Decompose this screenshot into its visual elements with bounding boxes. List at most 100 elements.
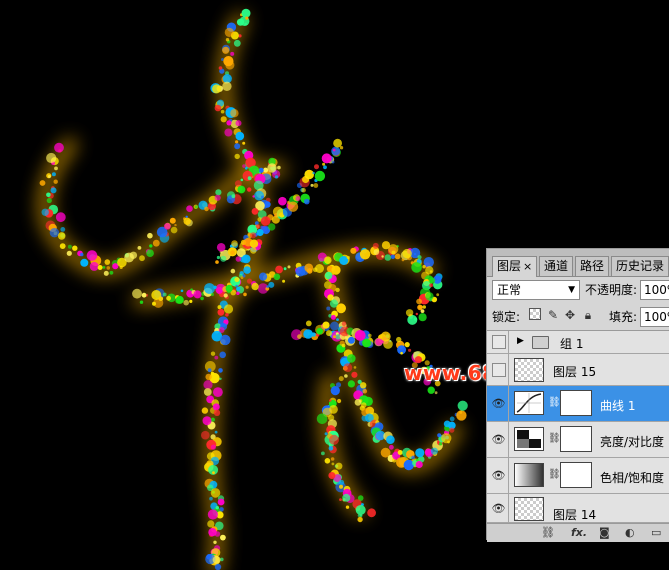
- glitter-dot: [301, 187, 306, 193]
- glitter-dot: [152, 301, 156, 306]
- glitter-dot: [268, 281, 275, 288]
- layer-row-hue-saturation[interactable]: 👁︎ ⛓︎ 色相/饱和度: [487, 458, 669, 494]
- glitter-dot: [183, 299, 189, 306]
- glitter-dot: [430, 447, 438, 455]
- layer-row-brightness-contrast[interactable]: 👁︎ ⛓︎ 亮度/对比度: [487, 422, 669, 458]
- lock-position-move-icon[interactable]: ✥: [563, 308, 577, 322]
- adjustment-icon[interactable]: ◐: [625, 526, 635, 540]
- layer-name: 组 1: [560, 337, 584, 351]
- glitter-dot: [315, 264, 324, 273]
- glitter-dot: [242, 164, 246, 168]
- glitter-dot: [242, 170, 253, 181]
- glitter-dot: [102, 266, 106, 269]
- glitter-dot: [193, 290, 202, 299]
- tab-channels-label: 通道: [544, 259, 569, 273]
- fx-icon[interactable]: fx.: [571, 526, 587, 540]
- visibility-toggle[interactable]: 👁︎: [489, 494, 509, 522]
- glitter-dot: [330, 386, 340, 396]
- glitter-dot: [429, 283, 433, 288]
- blend-mode-select[interactable]: 正常 ▼: [492, 280, 580, 300]
- glitter-dot: [170, 226, 178, 234]
- tab-history[interactable]: 历史记录: [611, 256, 669, 276]
- glitter-dot: [437, 433, 442, 438]
- glitter-dot: [331, 146, 341, 156]
- glitter-dot: [174, 223, 177, 227]
- glitter-dot: [449, 427, 455, 433]
- glitter-dot: [225, 38, 230, 42]
- glitter-dot: [243, 266, 251, 274]
- close-icon[interactable]: ×: [523, 260, 532, 273]
- visibility-toggle[interactable]: 👁︎: [489, 386, 509, 421]
- glitter-dot: [404, 342, 410, 348]
- layer-mask-thumbnail: [560, 426, 592, 452]
- layer-row-layer-14[interactable]: 👁︎ 图层 14: [487, 494, 669, 523]
- glitter-dot: [425, 266, 434, 275]
- glitter-dot: [247, 176, 252, 181]
- eye-icon: 👁︎: [491, 501, 506, 515]
- glitter-dot: [234, 153, 240, 160]
- tab-paths[interactable]: 路径: [575, 256, 610, 276]
- link-icon[interactable]: ⛓︎: [548, 397, 561, 408]
- glitter-dot: [324, 271, 333, 280]
- visibility-toggle[interactable]: [489, 354, 509, 385]
- glitter-dot: [210, 351, 216, 356]
- layer-row-layer-15[interactable]: 图层 15: [487, 354, 669, 386]
- glitter-dot: [264, 201, 271, 208]
- layer-name: 色相/饱和度: [600, 471, 665, 485]
- lock-label: 锁定:: [492, 310, 521, 324]
- folder-icon[interactable]: ▭: [651, 526, 661, 540]
- glitter-dot: [47, 175, 51, 178]
- glitter-dot: [408, 348, 412, 352]
- glitter-dot: [223, 56, 234, 67]
- glitter-dot: [341, 321, 347, 327]
- link-icon[interactable]: ⛓︎: [548, 433, 561, 444]
- glitter-dot: [295, 266, 306, 277]
- glitter-dot: [210, 292, 214, 297]
- fill-input[interactable]: 100%: [640, 307, 669, 327]
- glitter-dot: [245, 167, 248, 170]
- lock-pixels-brush-icon[interactable]: ✎: [546, 308, 560, 322]
- glitter-dot: [235, 120, 242, 127]
- link-icon[interactable]: ⛓︎: [548, 469, 561, 480]
- expand-triangle-icon[interactable]: ▶: [517, 336, 524, 346]
- layer-row-curves-1[interactable]: 👁︎ ⛓︎ 曲线 1: [487, 386, 669, 422]
- lock-transparent-icon[interactable]: [528, 308, 542, 322]
- glitter-dot: [50, 187, 57, 194]
- glitter-dot: [417, 255, 422, 260]
- glitter-dot: [331, 462, 335, 466]
- glitter-dot: [258, 167, 264, 173]
- chevron-down-icon: ▼: [568, 285, 575, 295]
- glitter-dot: [256, 228, 264, 237]
- glitter-dot: [260, 216, 271, 226]
- visibility-toggle[interactable]: 👁︎: [489, 422, 509, 457]
- glitter-dot: [225, 284, 233, 293]
- layer-row-group-1[interactable]: ▶ 组 1: [487, 331, 669, 354]
- lock-fill-row: 锁定: ✎ ✥ 🔒︎ 填充: 100%: [487, 304, 669, 331]
- glitter-dot: [335, 462, 343, 470]
- glitter-dot: [139, 300, 144, 304]
- tab-channels[interactable]: 通道: [539, 256, 574, 276]
- glitter-dot: [250, 232, 257, 239]
- glitter-dot: [212, 555, 221, 564]
- glitter-dot: [287, 201, 299, 212]
- mask-icon[interactable]: ◙: [599, 526, 610, 540]
- glitter-dot: [235, 140, 239, 144]
- glitter-dot: [336, 303, 346, 314]
- glitter-dot: [326, 330, 332, 337]
- visibility-toggle[interactable]: [489, 331, 509, 353]
- glitter-dot: [314, 164, 319, 170]
- opacity-input[interactable]: 100%: [640, 280, 669, 300]
- glitter-dot: [217, 498, 225, 506]
- lock-all-icon[interactable]: 🔒︎: [581, 308, 595, 322]
- glitter-dot: [225, 313, 229, 317]
- glitter-dot: [316, 327, 324, 335]
- visibility-toggle[interactable]: 👁︎: [489, 458, 509, 493]
- glitter-dot: [132, 288, 142, 299]
- tab-layers[interactable]: 图层 ×: [492, 256, 538, 277]
- glitter-dot: [277, 165, 281, 170]
- link-icon[interactable]: ⛓︎: [541, 526, 555, 540]
- glitter-dot: [324, 458, 331, 464]
- layer-name: 图层 14: [553, 508, 597, 522]
- glitter-dot: [55, 212, 66, 223]
- glitter-dot: [183, 217, 191, 225]
